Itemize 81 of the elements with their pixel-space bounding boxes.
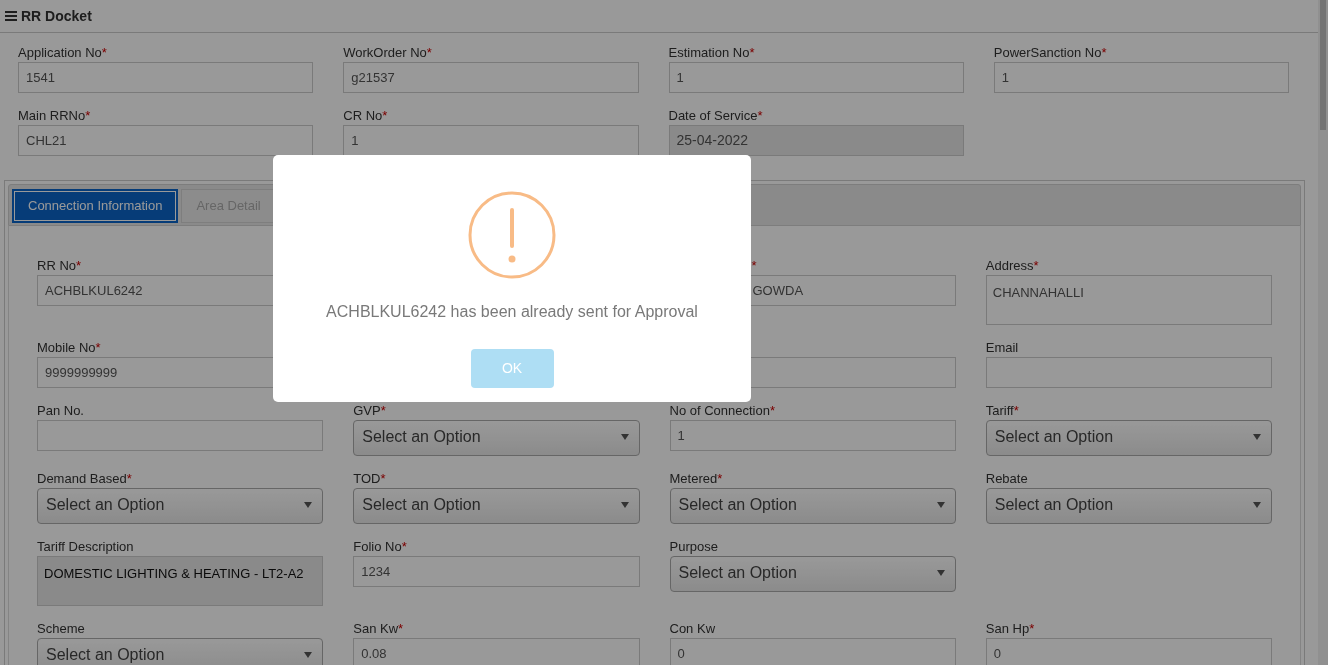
- text-field[interactable]: 1: [993, 62, 1289, 93]
- text-field[interactable]: [37, 420, 324, 451]
- caret-icon: [936, 569, 945, 576]
- caret-icon: [936, 501, 945, 508]
- required-mark: *: [126, 470, 132, 489]
- select-dropdown[interactable]: Select an Option: [669, 488, 956, 524]
- field-label: Scheme: [37, 620, 85, 639]
- required-mark: *: [95, 339, 101, 358]
- text-field[interactable]: 1: [668, 62, 964, 93]
- field-label: No of Connection: [669, 402, 770, 421]
- required-mark: *: [1101, 44, 1107, 63]
- field-label: Mobile No: [37, 339, 96, 358]
- field-label: Tariff: [985, 402, 1014, 421]
- required-mark: *: [380, 470, 386, 489]
- required-mark: *: [1029, 620, 1035, 639]
- field-label: TOD: [353, 470, 381, 489]
- caret-icon: [620, 501, 629, 508]
- tab[interactable]: Connection Information: [12, 189, 179, 223]
- field-label: PowerSanction No: [993, 44, 1102, 63]
- field-label: Con Kw: [669, 620, 716, 639]
- field-label: Rebate: [985, 470, 1028, 489]
- required-mark: *: [769, 402, 775, 421]
- field-label: Purpose: [669, 538, 718, 557]
- field-label: Folio No: [353, 538, 402, 557]
- required-mark: *: [398, 620, 404, 639]
- field-label: Email: [985, 339, 1019, 358]
- select-dropdown[interactable]: Select an Option: [37, 638, 324, 665]
- caret-icon: [1253, 433, 1261, 440]
- text-field[interactable]: CHL21: [18, 125, 314, 156]
- required-mark: *: [749, 44, 755, 63]
- field-label: San Hp: [985, 620, 1030, 639]
- field-label: GVP: [353, 402, 381, 421]
- text-field[interactable]: 1: [343, 125, 639, 156]
- required-mark: *: [380, 402, 386, 421]
- text-field[interactable]: 1234: [353, 556, 640, 587]
- caret-icon: [620, 433, 629, 440]
- required-mark: *: [757, 107, 763, 126]
- select-dropdown[interactable]: Select an Option: [985, 420, 1272, 456]
- text-field[interactable]: 0: [669, 638, 956, 665]
- required-mark: *: [401, 538, 407, 557]
- required-mark: *: [426, 44, 432, 63]
- warning-icon: [467, 190, 557, 280]
- field-label: RR No: [37, 257, 76, 276]
- text-area[interactable]: CHANNAHALLI: [985, 275, 1272, 325]
- select-dropdown[interactable]: Select an Option: [669, 556, 956, 592]
- required-mark: *: [101, 44, 107, 63]
- page-title: RR Docket: [21, 6, 92, 26]
- required-mark: *: [751, 257, 757, 276]
- field-label: CR No: [343, 107, 383, 126]
- field-label: San Kw: [353, 620, 399, 639]
- select-dropdown[interactable]: Select an Option: [37, 488, 324, 524]
- text-field[interactable]: 0: [985, 638, 1272, 665]
- field-label: Application No: [18, 44, 102, 63]
- required-mark: *: [382, 107, 388, 126]
- select-dropdown[interactable]: Select an Option: [985, 488, 1272, 524]
- text-field[interactable]: g21537: [343, 62, 639, 93]
- field-label: Metered: [669, 470, 718, 489]
- text-field[interactable]: 1: [669, 420, 956, 451]
- required-mark: *: [76, 257, 82, 276]
- menu-icon[interactable]: [5, 11, 17, 21]
- required-mark: *: [1033, 257, 1039, 276]
- select-dropdown[interactable]: Select an Option: [353, 420, 640, 456]
- caret-icon: [304, 501, 313, 508]
- field-label: WorkOrder No: [343, 44, 427, 63]
- text-field[interactable]: 1541: [18, 62, 314, 93]
- field-label: Tariff Description: [37, 538, 134, 557]
- field-label: Date of Service: [668, 107, 758, 126]
- required-mark: *: [85, 107, 91, 126]
- field-label: Main RRNo: [18, 107, 86, 126]
- caret-icon: [304, 651, 313, 658]
- field-label: Address: [985, 257, 1034, 276]
- required-mark: *: [717, 470, 723, 489]
- caret-icon: [1253, 501, 1261, 508]
- required-mark: *: [1013, 402, 1019, 421]
- text-field[interactable]: [985, 357, 1272, 388]
- field-label: Pan No.: [37, 402, 84, 421]
- field-label: Estimation No: [668, 44, 750, 63]
- scrollbar[interactable]: [1318, 0, 1328, 665]
- text-field[interactable]: 0.08: [353, 638, 640, 665]
- select-dropdown[interactable]: Select an Option: [353, 488, 640, 524]
- field-label: Demand Based: [37, 470, 127, 489]
